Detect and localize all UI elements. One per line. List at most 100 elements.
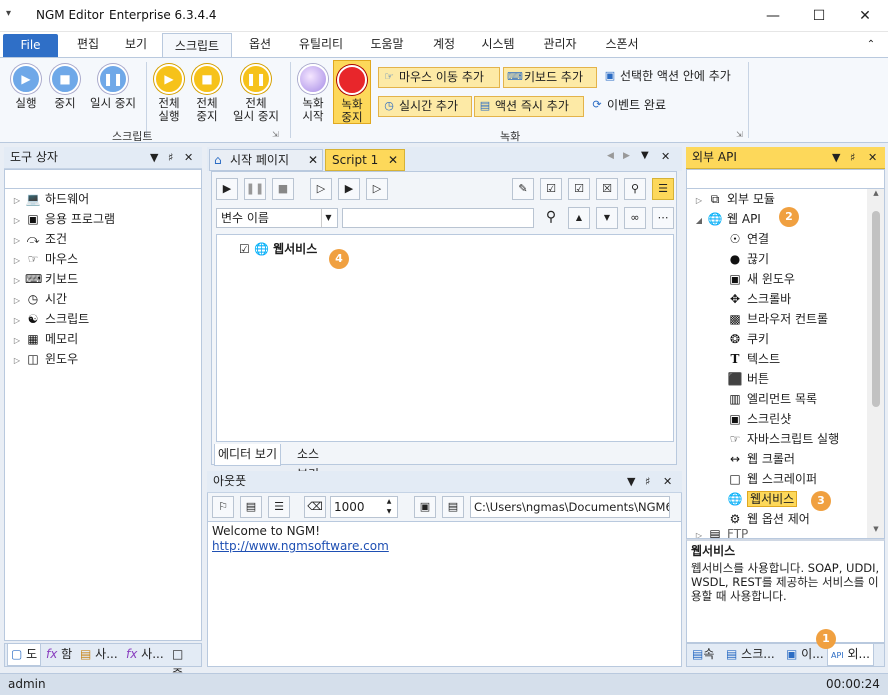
stepper-down-icon[interactable]: ▼: [383, 507, 395, 517]
scroll-left-icon[interactable]: ◀: [607, 151, 614, 161]
search-icon[interactable]: ⚲: [540, 207, 562, 229]
tab-close-icon[interactable]: ✕: [308, 150, 318, 170]
api-scrollbar[interactable]: ▲ ▼: [867, 189, 884, 538]
stepper-up-icon[interactable]: ▲: [383, 497, 395, 507]
variable-search-input[interactable]: [342, 208, 534, 228]
close-button[interactable]: ✕: [842, 0, 888, 32]
collapse-ribbon-icon[interactable]: ⌃: [860, 32, 882, 57]
delete-icon[interactable]: ☒: [596, 178, 618, 200]
document-settings-icon[interactable]: ▤: [240, 496, 262, 518]
toolbox-item-condition[interactable]: ▷ ⤼ 조건: [11, 229, 67, 249]
panel-close-icon[interactable]: ✕: [184, 147, 193, 168]
stop-button[interactable]: ■ 중지: [46, 64, 84, 110]
tab-favorites[interactable]: □ 즐: [169, 644, 201, 681]
api-search-input[interactable]: [686, 169, 885, 189]
api-item-screenshot[interactable]: ▣ 스크린샷: [725, 409, 791, 429]
api-item-web-crawler[interactable]: ↔ 웹 크롤러: [725, 449, 795, 469]
api-item-disconnect[interactable]: ● 끊기: [725, 249, 769, 269]
panel-menu-icon[interactable]: ▼: [832, 147, 840, 168]
toolbox-item-application[interactable]: ▷ ▣ 응용 프로그램: [11, 209, 115, 229]
website-link[interactable]: http://www.ngmsoftware.com: [212, 539, 389, 553]
toolbox-item-mouse[interactable]: ▷ ☞ 마우스: [11, 249, 78, 269]
broom-icon[interactable]: ⚐: [212, 496, 234, 518]
stop-all-button[interactable]: ■ 전체 중지: [188, 64, 226, 123]
add-inside-selected-button[interactable]: ▣ 선택한 액션 안에 추가: [600, 67, 750, 88]
add-action-now-button[interactable]: ▤ 액션 즉시 추가: [474, 96, 584, 117]
scrollbar-thumb[interactable]: [872, 211, 880, 407]
menu-help[interactable]: 도움말: [362, 32, 412, 57]
api-item-button[interactable]: ⬛ 버튼: [725, 369, 770, 389]
record-stop-button[interactable]: 녹화 중지: [333, 60, 371, 124]
run-all-button[interactable]: ▶ 전체 실행: [150, 64, 188, 123]
tab-list-icon[interactable]: ▼: [641, 150, 649, 161]
maximize-button[interactable]: ☐: [796, 0, 842, 32]
api-item-cookie[interactable]: ❂ 쿠키: [725, 329, 769, 349]
play-icon[interactable]: ▶: [216, 178, 238, 200]
event-done-button[interactable]: ⟳ 이벤트 완료: [587, 96, 687, 117]
menu-account[interactable]: 계정: [424, 32, 464, 57]
api-ftp[interactable]: ▷ ▤ FTP: [693, 529, 748, 538]
check-icon[interactable]: ☑: [568, 178, 590, 200]
line-count-stepper[interactable]: 1000 ▲ ▼: [330, 496, 398, 518]
api-item-web-scraper[interactable]: □ 웹 스크레이퍼: [725, 469, 817, 489]
tab-functions[interactable]: fx 함: [43, 644, 75, 666]
stop-icon[interactable]: ■: [272, 178, 294, 200]
toolbox-search-input[interactable]: [4, 169, 202, 189]
add-realtime-button[interactable]: ◷ 실시간 추가: [378, 96, 472, 117]
action-node-webservice[interactable]: ☑ 🌐 웹서비스: [239, 239, 317, 259]
step-icon[interactable]: ▷: [310, 178, 332, 200]
menu-system[interactable]: 시스템: [474, 32, 522, 57]
menu-utility[interactable]: 유틸리티: [290, 32, 352, 57]
tab-script-1[interactable]: Script 1 ✕: [325, 149, 405, 171]
quick-access-menu[interactable]: ▾: [6, 8, 11, 19]
pin-icon[interactable]: ♯: [645, 471, 650, 492]
pin-icon[interactable]: ♯: [850, 147, 855, 168]
checkbox-icon[interactable]: ☑: [239, 242, 250, 256]
panel-menu-icon[interactable]: ▼: [150, 147, 158, 168]
tab-scripts[interactable]: ▤ 스크...: [723, 644, 778, 666]
menu-admin[interactable]: 관리자: [534, 32, 586, 57]
menu-view[interactable]: 보기: [116, 32, 156, 57]
check-all-icon[interactable]: ☑: [540, 178, 562, 200]
group-launcher-icon[interactable]: ⇲: [736, 130, 743, 139]
toolbox-item-keyboard[interactable]: ▷ ⌨ 키보드: [11, 269, 78, 289]
menu-options[interactable]: 옵션: [240, 32, 280, 57]
tree-view-icon[interactable]: ☰: [652, 178, 674, 200]
save-icon[interactable]: ▣: [414, 496, 436, 518]
tab-source-view[interactable]: 소스 보기: [294, 444, 334, 481]
close-editor-icon[interactable]: ✕: [661, 150, 670, 163]
variable-select[interactable]: 변수 이름 ▼: [216, 208, 338, 228]
toolbox-item-memory[interactable]: ▷ ▦ 메모리: [11, 329, 78, 349]
menu-file[interactable]: File: [3, 34, 58, 57]
api-item-new-window[interactable]: ▣ 새 윈도우: [725, 269, 795, 289]
eraser-icon[interactable]: ⌫: [304, 496, 326, 518]
add-keyboard-button[interactable]: ⌨ 키보드 추가: [503, 67, 597, 88]
toolbox-item-script[interactable]: ▷ ☯ 스크립트: [11, 309, 89, 329]
tab-user-2[interactable]: fx 사...: [123, 644, 167, 666]
tab-editor-view[interactable]: 에디터 보기: [214, 444, 282, 466]
toolbox-item-window[interactable]: ▷ ◫ 윈도우: [11, 349, 78, 369]
move-up-icon[interactable]: ▲: [568, 207, 590, 229]
record-start-button[interactable]: 녹화 시작: [296, 64, 330, 123]
pause-all-button[interactable]: ❚❚ 전체 일시 중지: [226, 64, 286, 123]
move-down-icon[interactable]: ▼: [596, 207, 618, 229]
toolbox-item-time[interactable]: ▷ ◷ 시간: [11, 289, 67, 309]
pause-button[interactable]: ❚❚ 일시 중지: [84, 64, 142, 110]
more-icon[interactable]: ⋯: [652, 207, 674, 229]
folder-icon[interactable]: ▤: [442, 496, 464, 518]
pin-icon[interactable]: ♯: [168, 147, 173, 168]
loop-icon[interactable]: ∞: [624, 207, 646, 229]
group-launcher-icon[interactable]: ⇲: [272, 130, 279, 139]
menu-sponsor[interactable]: 스폰서: [596, 32, 648, 57]
api-item-web-options[interactable]: ⚙ 웹 옵션 제어: [725, 509, 810, 529]
api-item-browser-control[interactable]: ▩ 브라우저 컨트롤: [725, 309, 828, 329]
search-icon[interactable]: ⚲: [624, 178, 646, 200]
menu-script[interactable]: 스크립트: [162, 33, 232, 57]
panel-close-icon[interactable]: ✕: [663, 471, 672, 492]
run-button[interactable]: ▶ 실행: [6, 64, 46, 110]
menu-edit[interactable]: 편집: [66, 32, 110, 57]
scroll-right-icon[interactable]: ▶: [623, 151, 630, 161]
toolbox-item-hardware[interactable]: ▷ 💻 하드웨어: [11, 189, 89, 209]
api-item-element-list[interactable]: ▥ 엘리먼트 목록: [725, 389, 817, 409]
run-selected-icon[interactable]: ▷: [366, 178, 388, 200]
